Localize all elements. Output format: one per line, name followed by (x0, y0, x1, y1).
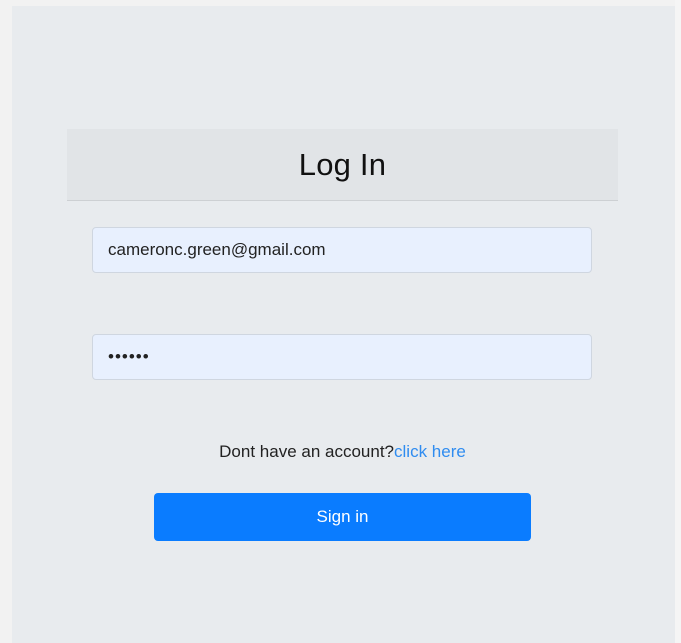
password-field[interactable] (92, 334, 592, 380)
signup-prompt-text: Dont have an account? (219, 442, 395, 461)
login-page: Log In Dont have an account?click here S… (12, 6, 675, 643)
signup-prompt-line: Dont have an account?click here (67, 442, 618, 462)
login-header: Log In (67, 129, 618, 201)
window-edge (675, 0, 681, 643)
login-card: Log In Dont have an account?click here S… (67, 129, 618, 569)
email-field[interactable] (92, 227, 592, 273)
page-title: Log In (298, 146, 387, 182)
signup-link[interactable]: click here (394, 442, 466, 461)
sign-in-button[interactable]: Sign in (154, 493, 531, 541)
